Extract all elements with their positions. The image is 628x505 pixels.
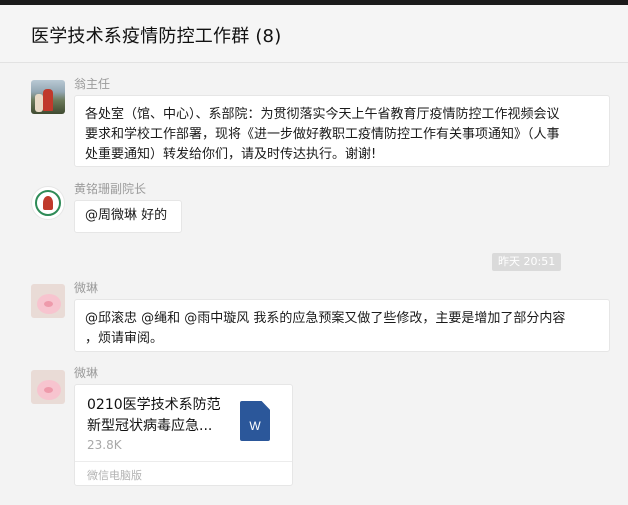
file-name: 0210医学技术系防范 新型冠状病毒应急... [87, 397, 221, 434]
avatar[interactable] [31, 370, 65, 404]
message-text-line: 各处室（馆、中心）、系部院：为贯彻落实今天上午省教育厅疫情防控工作视频会议 [85, 107, 560, 122]
message-text-line: ，烦请审阅。 [85, 331, 164, 346]
sender-name: 黄铭珊副院长 [74, 182, 147, 196]
sender-name: 微琳 [74, 281, 99, 295]
file-source-label: 微信电脑版 [87, 469, 142, 482]
message-text-line: 处重要通知）转发给你们，请及时传达执行。谢谢! [85, 147, 377, 162]
timestamp: 昨天 20:51 [492, 253, 562, 271]
file-message-card[interactable]: 0210医学技术系防范 新型冠状病毒应急... 23.8K W 微信电脑版 [74, 384, 293, 486]
sender-name: 微琳 [74, 366, 99, 380]
message-bubble[interactable]: @邱滚忠 @绳和 @雨中璇风 我系的应急预案又做了些修改，主要是增加了部分内容 … [74, 299, 610, 352]
message-list[interactable]: 翁主任 各处室（馆、中心）、系部院：为贯彻落实今天上午省教育厅疫情防控工作视频会… [0, 64, 628, 505]
message-text-line: 要求和学校工作部署，现将《进一步做好教职工疫情防控工作有关事项通知》（人事 [85, 127, 560, 142]
avatar[interactable] [31, 186, 65, 220]
message-text-line: @周微琳 好的 [85, 208, 168, 223]
message-bubble[interactable]: 各处室（馆、中心）、系部院：为贯彻落实今天上午省教育厅疫情防控工作视频会议 要求… [74, 95, 610, 167]
file-size: 23.8K [87, 438, 122, 452]
avatar[interactable] [31, 80, 65, 114]
avatar[interactable] [31, 284, 65, 318]
message-bubble[interactable]: @周微琳 好的 [74, 200, 182, 233]
word-document-icon: W [240, 401, 270, 441]
message-text-line: @邱滚忠 @绳和 @雨中璇风 我系的应急预案又做了些修改，主要是增加了部分内容 [85, 311, 566, 326]
sender-name: 翁主任 [74, 77, 111, 91]
divider [75, 461, 292, 462]
chat-header: 医学技术系疫情防控工作群 (8) [0, 5, 628, 63]
chat-title: 医学技术系疫情防控工作群 (8) [31, 26, 282, 47]
